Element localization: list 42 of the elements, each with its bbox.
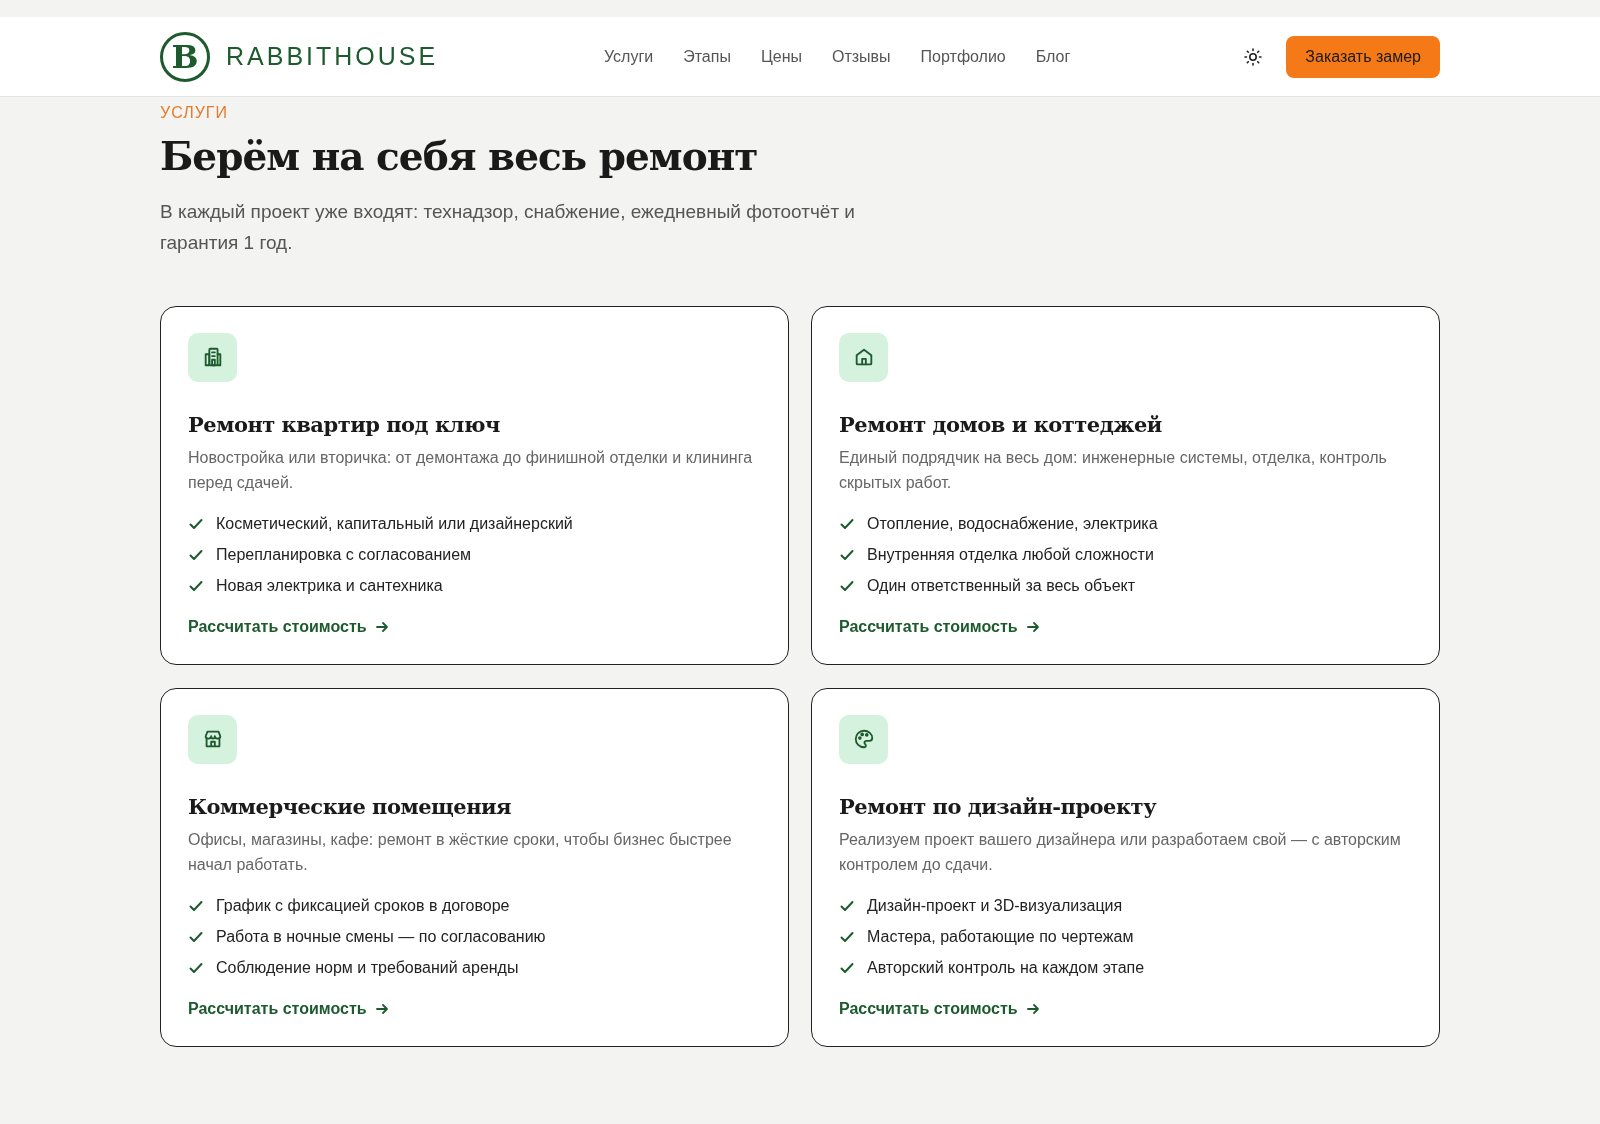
logo-text[interactable]: RABBITHOUSE <box>226 37 439 76</box>
feature-text: Один ответственный за весь объект <box>867 576 1136 597</box>
nav-link[interactable]: Блог <box>1035 44 1071 69</box>
arrow-right-icon <box>374 620 389 634</box>
arrow-right-icon <box>1025 1002 1040 1016</box>
calculate-cost-link[interactable]: Рассчитать стоимость <box>839 997 1040 1021</box>
calculate-cost-link[interactable]: Рассчитать стоимость <box>188 997 389 1021</box>
arrow-right-icon <box>374 1002 389 1016</box>
order-measurement-button[interactable]: Заказать замер <box>1286 35 1440 78</box>
card-title: Ремонт по дизайн-проекту <box>839 793 1158 819</box>
card-description: Единый подрядчик на весь дом: инженерные системы, отделка, контроль скрытых работ. <box>839 448 1388 493</box>
card-description: Реализуем проект вашего дизайнера или разработаем свой — с авторским контролем до сдачи. <box>839 830 1402 875</box>
calculate-cost-link[interactable]: Рассчитать стоимость <box>188 615 389 639</box>
card-title: Ремонт домов и коттеджей <box>839 411 1163 437</box>
nav-link[interactable]: Портфолио <box>920 44 1006 69</box>
nav-link[interactable]: Этапы <box>683 44 731 69</box>
section-label: УСЛУГИ <box>160 103 229 123</box>
feature-text: Соблюдение норм и требований аренды <box>216 958 519 979</box>
calculate-cost-link[interactable]: Рассчитать стоимость <box>839 615 1040 639</box>
feature-text: Косметический, капитальный или дизайнерский <box>216 514 573 535</box>
feature-text: Новая электрика и сантехника <box>216 576 443 597</box>
section-description: В каждый проект уже входят: технадзор, снабжение, ежедневный фотоотчёт и гарантия 1 год. <box>160 199 856 255</box>
palette-icon <box>852 728 875 751</box>
nav-link[interactable]: Отзывы <box>832 44 891 69</box>
feature-text: Перепланировка с согласованием <box>216 545 472 566</box>
arrow-right-icon <box>1025 620 1040 634</box>
theme-toggle-icon[interactable] <box>1244 47 1263 66</box>
nav-link[interactable]: Услуги <box>604 44 654 69</box>
feature-text: Отопление, водоснабжение, электрика <box>867 514 1158 535</box>
card-title: Коммерческие помещения <box>188 793 513 819</box>
feature-text: Мастера, работающие по чертежам <box>867 927 1134 948</box>
nav-link[interactable]: Цены <box>760 44 802 69</box>
feature-text: Работа в ночные смены — по согласованию <box>216 927 546 948</box>
feature-text: Внутренняя отделка любой сложности <box>867 545 1154 566</box>
logo-mark[interactable]: B <box>160 31 210 82</box>
card-description: Офисы, магазины, кафе: ремонт в жёсткие сроки, чтобы бизнес быстрее начал работать. <box>188 830 733 875</box>
feature-text: Авторский контроль на каждом этапе <box>867 958 1145 979</box>
feature-text: График с фиксацией сроков в договоре <box>216 896 510 917</box>
feature-text: Дизайн-проект и 3D-визуализация <box>867 896 1123 917</box>
card-description: Новостройка или вторичка: от демонтажа до финишной отделки и клининга перед сдачей. <box>188 448 754 493</box>
card-title: Ремонт квартир под ключ <box>188 411 501 437</box>
section-title: Берём на себя весь ремонт <box>160 133 759 180</box>
